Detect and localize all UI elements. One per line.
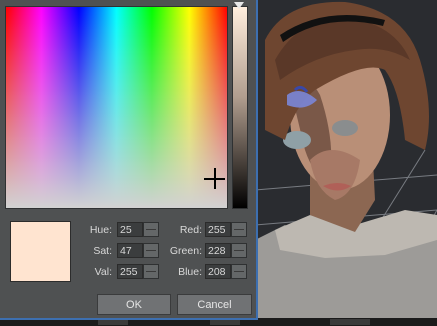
- triangle-down-icon[interactable]: [234, 2, 244, 9]
- crosshair-icon[interactable]: [204, 168, 225, 189]
- green-input[interactable]: 228: [205, 243, 231, 258]
- blue-stepper-icon[interactable]: [231, 264, 247, 279]
- character-model: [255, 1, 437, 326]
- hue-stepper-icon[interactable]: [143, 222, 159, 237]
- red-label: Red:: [179, 224, 202, 236]
- hue-label: Hue:: [89, 224, 112, 236]
- color-preview-swatch: [10, 221, 71, 282]
- green-stepper-icon[interactable]: [231, 243, 247, 258]
- red-stepper-icon[interactable]: [231, 222, 247, 237]
- ok-button[interactable]: OK: [97, 294, 171, 315]
- sat-input[interactable]: 47: [117, 243, 143, 258]
- val-input[interactable]: 255: [117, 264, 143, 279]
- toolbar-chip: [330, 319, 370, 325]
- green-label: Green:: [169, 245, 202, 257]
- color-picker-dialog: Hue: 25 Sat: 47 Val: 255 Red: 255 Green:…: [0, 0, 258, 320]
- blue-label: Blue:: [178, 266, 202, 278]
- hue-input[interactable]: 25: [117, 222, 143, 237]
- value-slider[interactable]: [232, 6, 248, 209]
- blue-input[interactable]: 208: [205, 264, 231, 279]
- sat-label: Sat:: [93, 245, 112, 257]
- red-input[interactable]: 255: [205, 222, 231, 237]
- hue-saturation-field[interactable]: [5, 6, 228, 209]
- sat-stepper-icon[interactable]: [143, 243, 159, 258]
- val-label: Val:: [94, 266, 112, 278]
- cancel-button[interactable]: Cancel: [177, 294, 252, 315]
- val-stepper-icon[interactable]: [143, 264, 159, 279]
